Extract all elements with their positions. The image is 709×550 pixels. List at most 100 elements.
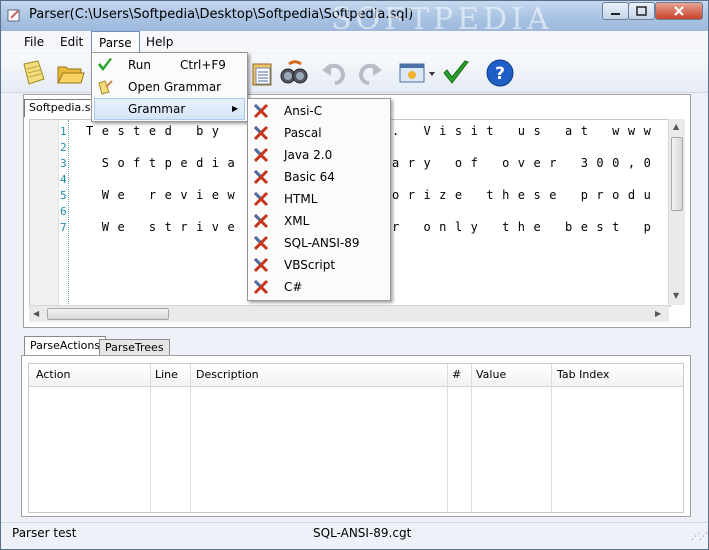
code-line-3-rest: ary of over 300,0 xyxy=(392,156,660,170)
grammar-item-vbscript[interactable]: VBScript xyxy=(250,254,387,276)
maximize-button[interactable] xyxy=(628,2,655,20)
grammar-item-pascal[interactable]: Pascal xyxy=(250,122,387,144)
code-line-5: We review xyxy=(86,188,244,202)
minimize-icon xyxy=(611,13,620,15)
grammar-item-java[interactable]: Java 2.0 xyxy=(250,144,387,166)
code-line-7-rest: r only the best p xyxy=(392,220,660,234)
editor-horizontal-scrollbar[interactable]: ◀ ▶ xyxy=(29,305,669,322)
column-header-tab-index[interactable]: Tab Index xyxy=(557,368,609,381)
grammar-label: Grammar xyxy=(128,102,186,116)
close-button[interactable] xyxy=(655,2,703,20)
tools-icon xyxy=(253,169,269,185)
column-header-number[interactable]: # xyxy=(452,368,461,381)
open-icon[interactable] xyxy=(55,58,85,88)
grammar-label: Pascal xyxy=(284,126,322,140)
line-number: 3 xyxy=(60,157,67,170)
menu-item-open-grammar[interactable]: Open Grammar xyxy=(94,76,244,98)
tools-icon xyxy=(253,191,269,207)
column-number: # xyxy=(447,364,472,512)
tools-icon xyxy=(253,213,269,229)
tab-parse-trees[interactable]: ParseTrees xyxy=(99,339,170,355)
tools-icon xyxy=(253,279,269,295)
line-number-gutter: 1 2 3 4 5 6 7 xyxy=(30,120,69,306)
grammar-label: Java 2.0 xyxy=(284,148,333,162)
scroll-down-icon[interactable]: ▼ xyxy=(673,291,679,300)
code-line-3: Softpedia xyxy=(86,156,244,170)
menu-item-run[interactable]: Run Ctrl+F9 xyxy=(94,54,244,76)
maximize-icon xyxy=(636,6,647,16)
app-window: Parser(C:\Users\Softpedia\Desktop\Softpe… xyxy=(0,0,709,550)
line-number: 6 xyxy=(60,205,67,218)
grammar-item-csharp[interactable]: C# xyxy=(250,276,387,298)
scroll-right-icon[interactable]: ▶ xyxy=(655,309,661,318)
grammar-item-sql-ansi-89[interactable]: SQL-ANSI-89 xyxy=(250,232,387,254)
grammar-item-html[interactable]: HTML xyxy=(250,188,387,210)
column-header-value[interactable]: Value xyxy=(476,368,506,381)
close-icon xyxy=(674,6,684,16)
line-number: 5 xyxy=(60,189,67,202)
undo-icon[interactable] xyxy=(319,58,349,88)
help-icon[interactable]: ? xyxy=(485,58,515,88)
code-line-1-rest: . Visit us at www xyxy=(392,124,660,138)
status-grammar-file: SQL-ANSI-89.cgt xyxy=(313,526,412,540)
submenu-arrow-icon: ▶ xyxy=(232,104,239,113)
grammar-submenu: Ansi-C Pascal Java 2.0 Basic 64 HTML XML… xyxy=(247,98,391,301)
redo-icon[interactable] xyxy=(355,58,385,88)
run-shortcut: Ctrl+F9 xyxy=(180,58,226,72)
column-value: Value xyxy=(471,364,552,512)
minimize-button[interactable] xyxy=(602,2,629,20)
grammar-item-basic[interactable]: Basic 64 xyxy=(250,166,387,188)
grammar-label: C# xyxy=(284,280,303,294)
column-header-description[interactable]: Description xyxy=(196,368,259,381)
parse-actions-table[interactable]: Action Line Description # Value Tab Inde… xyxy=(28,363,684,513)
code-line-7: We strive xyxy=(86,220,244,234)
tools-icon xyxy=(253,147,269,163)
column-description: Description xyxy=(190,364,448,512)
run-label: Run xyxy=(128,58,152,72)
editor-vertical-scrollbar[interactable]: ▲ ▼ xyxy=(668,119,685,305)
tools-icon xyxy=(253,125,269,141)
title-bar[interactable]: Parser(C:\Users\Softpedia\Desktop\Softpe… xyxy=(1,1,708,37)
tools-icon xyxy=(253,235,269,251)
grammar-label: HTML xyxy=(284,192,318,206)
menu-help[interactable]: Help xyxy=(139,31,180,53)
code-line-5-rest: orize these produ xyxy=(392,188,660,202)
status-bar: Parser test SQL-ANSI-89.cgt ⋰⋰ xyxy=(1,522,708,545)
grammar-label: XML xyxy=(284,214,310,228)
column-line: Line xyxy=(150,364,191,512)
line-number: 7 xyxy=(60,221,67,234)
menu-edit[interactable]: Edit xyxy=(53,31,90,53)
column-header-line[interactable]: Line xyxy=(155,368,178,381)
open-grammar-label: Open Grammar xyxy=(128,80,222,94)
code-line-1: Tested by xyxy=(86,124,228,138)
find-icon[interactable] xyxy=(279,58,309,88)
resize-grip-icon[interactable]: ⋰⋰ xyxy=(691,532,708,542)
grammar-item-ansi-c[interactable]: Ansi-C xyxy=(250,100,387,122)
horizontal-scroll-thumb[interactable] xyxy=(47,308,169,320)
tools-icon xyxy=(253,257,269,273)
tools-icon xyxy=(253,103,269,119)
menu-item-grammar[interactable]: Grammar ▶ xyxy=(94,98,245,120)
grammar-label: Basic 64 xyxy=(284,170,335,184)
line-number: 2 xyxy=(60,141,67,154)
open-grammar-icon xyxy=(98,80,113,95)
new-icon[interactable] xyxy=(19,58,49,88)
column-action: Action xyxy=(29,364,151,512)
grammar-item-xml[interactable]: XML xyxy=(250,210,387,232)
menu-file[interactable]: File xyxy=(17,31,51,53)
tab-parse-actions[interactable]: ParseActions xyxy=(24,336,107,356)
column-tab-index: Tab Index xyxy=(551,364,681,512)
line-number: 4 xyxy=(60,173,67,186)
scroll-up-icon[interactable]: ▲ xyxy=(673,122,679,131)
vertical-scroll-thumb[interactable] xyxy=(671,137,683,211)
grammar-label: SQL-ANSI-89 xyxy=(284,236,360,250)
run-check-icon[interactable] xyxy=(441,58,471,88)
grammar-label: VBScript xyxy=(284,258,336,272)
check-icon xyxy=(98,58,112,71)
column-header-action[interactable]: Action xyxy=(36,368,70,381)
menu-bar: File Edit Parse Help xyxy=(1,31,708,53)
menu-parse[interactable]: Parse xyxy=(91,31,140,53)
scroll-left-icon[interactable]: ◀ xyxy=(33,309,39,318)
paste-icon[interactable] xyxy=(247,58,277,88)
grammar-select-icon[interactable] xyxy=(397,58,437,88)
